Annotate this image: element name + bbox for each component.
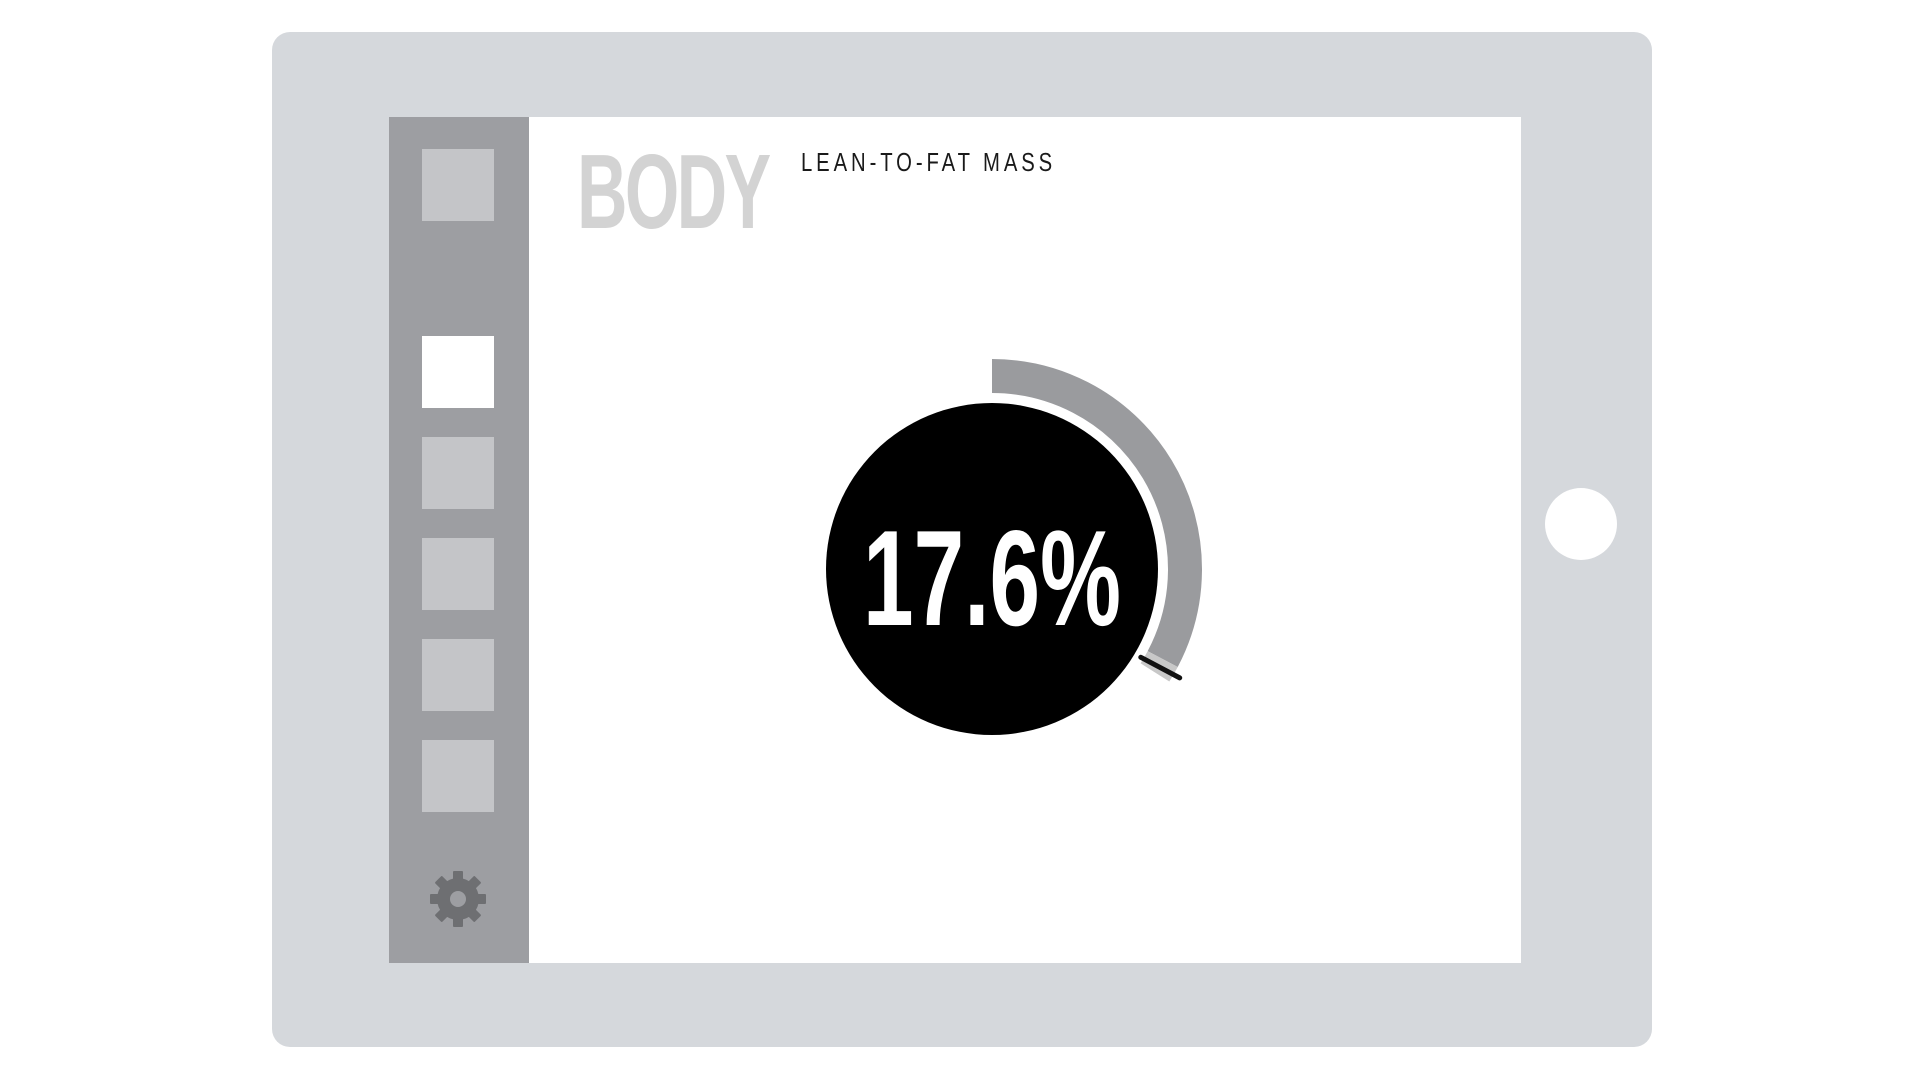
- app-screen: BODY LEAN-TO-FAT MASS 17.6%: [389, 117, 1521, 963]
- home-button[interactable]: [1545, 488, 1617, 560]
- value-text: 17.6%: [863, 502, 1121, 654]
- body-fat-gauge: 17.6%: [826, 359, 1202, 735]
